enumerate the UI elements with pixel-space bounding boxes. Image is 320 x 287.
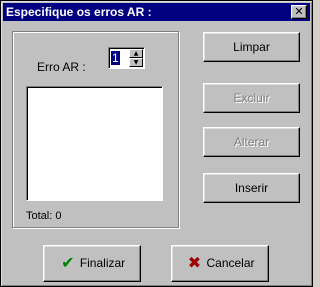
inserir-button[interactable]: Inserir — [203, 173, 300, 203]
finalizar-label: Finalizar — [79, 256, 126, 270]
dialog-window: Especifique os erros AR : ✕ Erro AR : 1 … — [0, 0, 313, 287]
cancelar-button[interactable]: ✖ Cancelar — [171, 245, 269, 282]
excluir-label: Excluir — [233, 91, 270, 105]
window-title: Especifique os erros AR : — [6, 5, 152, 19]
inserir-label: Inserir — [234, 181, 269, 195]
cancelar-label: Cancelar — [206, 256, 255, 270]
title-bar[interactable]: Especifique os erros AR : ✕ — [3, 3, 310, 21]
checkmark-icon: ✔ — [61, 253, 75, 273]
spin-down-button[interactable]: ▼ — [129, 58, 143, 67]
erro-ar-label: Erro AR : — [37, 60, 86, 74]
limpar-label: Limpar — [233, 40, 270, 54]
x-icon: ✖ — [187, 253, 202, 273]
spin-up-button[interactable]: ▲ — [129, 49, 143, 58]
close-button[interactable]: ✕ — [291, 5, 307, 19]
errors-listbox[interactable] — [26, 86, 163, 201]
alterar-label: Alterar — [233, 135, 270, 149]
erro-ar-spinner[interactable]: 1 ▲ ▼ — [108, 47, 145, 69]
erro-ar-value[interactable]: 1 — [111, 51, 120, 65]
close-icon: ✕ — [294, 5, 304, 18]
excluir-button[interactable]: Excluir — [203, 83, 300, 113]
finalizar-button[interactable]: ✔ Finalizar — [43, 245, 141, 282]
alterar-button[interactable]: Alterar — [203, 127, 300, 157]
arrow-up-icon: ▲ — [133, 50, 139, 57]
limpar-button[interactable]: Limpar — [203, 32, 300, 62]
total-label: Total: 0 — [26, 210, 62, 222]
arrow-down-icon: ▼ — [133, 59, 139, 66]
